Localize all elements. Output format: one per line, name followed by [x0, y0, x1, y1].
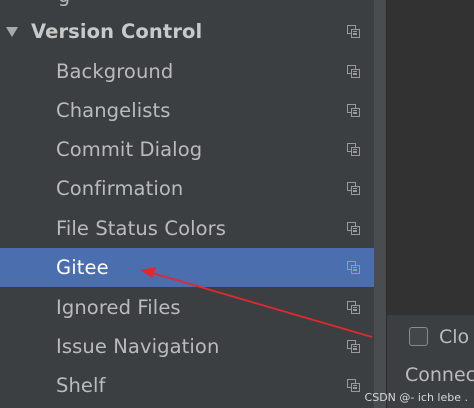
copy-icon [347, 221, 361, 236]
copy-icon [347, 339, 361, 354]
tree-item-file-status-colors[interactable]: File Status Colors [0, 209, 374, 248]
tree-item-label: Shelf [56, 374, 106, 397]
tree-item-issue-navigation[interactable]: Issue Navigation [0, 327, 374, 366]
tree-item-label: Commit Dialog [56, 138, 203, 161]
tree-scrollbar[interactable] [374, 0, 386, 408]
tree-item-gitee[interactable]: Gitee [0, 248, 374, 287]
copy-icon [347, 181, 361, 196]
option-checkbox-label: Clo [439, 326, 470, 348]
copy-icon [347, 64, 361, 79]
watermark: CSDN @- ich lebe . [364, 391, 468, 404]
previous-row-partial: g [0, 0, 374, 6]
copy-icon [347, 300, 361, 315]
copy-icon [347, 260, 361, 275]
tree-item-label: Background [56, 60, 174, 83]
copy-icon [347, 103, 361, 118]
tree-item-ignored-files[interactable]: Ignored Files [0, 288, 374, 327]
tree-item-confirmation[interactable]: Confirmation [0, 169, 374, 208]
chevron-down-icon[interactable] [6, 26, 18, 37]
tree-item-commit-dialog[interactable]: Commit Dialog [0, 130, 374, 169]
tree-group-version-control[interactable]: Version Control [0, 12, 374, 51]
tree-item-changelists[interactable]: Changelists [0, 91, 374, 130]
option-checkbox[interactable] [409, 327, 428, 346]
copy-icon [347, 24, 361, 39]
tree-item-label: Changelists [56, 99, 171, 122]
settings-tree: g Version Control Background Changelists… [0, 0, 374, 408]
tree-item-background[interactable]: Background [0, 52, 374, 91]
tree-item-label: File Status Colors [56, 217, 227, 240]
connection-label: Connec [405, 364, 474, 386]
tree-group-label: Version Control [31, 20, 203, 43]
copy-icon [347, 378, 361, 393]
tree-item-label: Gitee [56, 256, 109, 279]
settings-content-panel: Clo Connec [387, 0, 474, 408]
tree-item-shelf[interactable]: Shelf [0, 366, 374, 405]
copy-icon [347, 142, 361, 157]
previous-row-partial-text: g [58, 0, 70, 6]
tree-item-label: Issue Navigation [56, 335, 220, 358]
tree-item-label: Ignored Files [56, 296, 181, 319]
tree-item-label: Confirmation [56, 177, 184, 200]
